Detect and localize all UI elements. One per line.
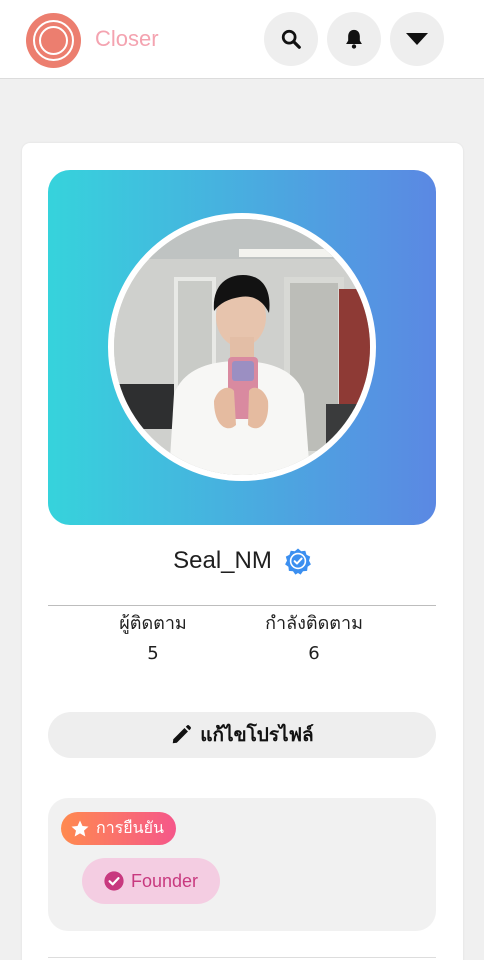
founder-badge[interactable]: Founder xyxy=(82,858,221,904)
profile-photo xyxy=(114,219,370,475)
brand-name[interactable]: Closer xyxy=(95,26,159,52)
verified-badge-icon xyxy=(284,548,311,575)
edit-profile-button[interactable]: แก้ไขโปรไฟล์ xyxy=(48,712,436,758)
pencil-icon xyxy=(173,725,192,744)
profile-cover xyxy=(48,170,436,525)
verification-label: การยืนยัน xyxy=(96,818,164,837)
bell-icon xyxy=(346,29,362,49)
username: Seal_NM xyxy=(173,547,272,574)
stats-divider xyxy=(48,605,436,606)
followers-label: ผู้ติดตาม xyxy=(119,613,187,634)
founder-label: Founder xyxy=(131,870,199,891)
menu-dropdown-button[interactable] xyxy=(390,12,444,66)
top-bar: Closer xyxy=(0,0,484,79)
closer-logo[interactable] xyxy=(26,13,81,68)
verification-chip: การยืนยัน xyxy=(61,812,176,845)
following-stat[interactable]: กำลังติดตาม 6 xyxy=(234,609,394,669)
username-row: Seal_NM xyxy=(22,543,463,579)
verification-section: การยืนยัน Founder xyxy=(48,798,436,931)
profile-card: Seal_NM ผู้ติดตาม 5 กำลังติดตาม 6 แก้ไขโ… xyxy=(22,143,463,960)
following-count: 6 xyxy=(308,643,320,664)
star-icon xyxy=(71,820,89,836)
edit-profile-label: แก้ไขโปรไฟล์ xyxy=(200,724,314,746)
caret-down-icon xyxy=(406,33,428,45)
search-button[interactable] xyxy=(264,12,318,66)
avatar[interactable] xyxy=(108,213,376,481)
followers-count: 5 xyxy=(147,643,159,664)
section-divider xyxy=(48,957,436,958)
search-icon xyxy=(281,29,301,49)
check-circle-icon xyxy=(104,871,124,891)
notifications-button[interactable] xyxy=(327,12,381,66)
followers-stat[interactable]: ผู้ติดตาม 5 xyxy=(73,609,233,669)
following-label: กำลังติดตาม xyxy=(265,613,363,634)
